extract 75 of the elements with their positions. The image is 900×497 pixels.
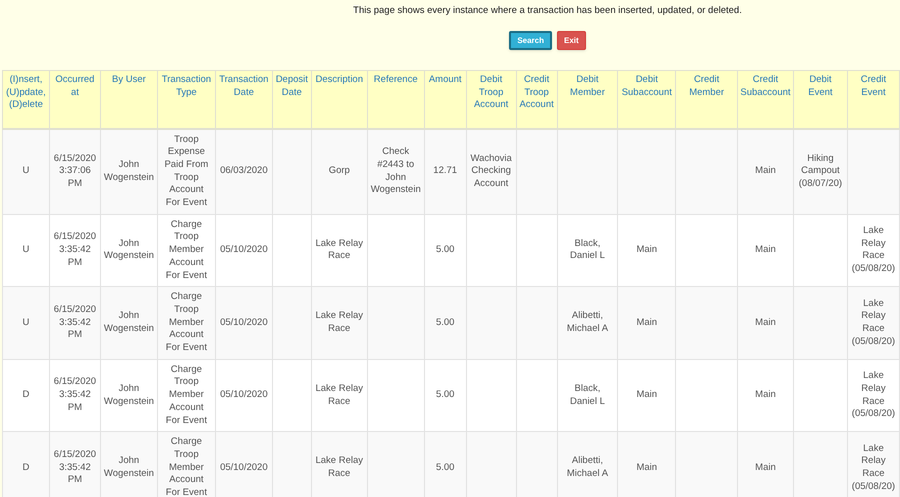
table-cell: 5.00	[436, 244, 454, 256]
table-cell: Charge Troop Member Account For Event	[166, 218, 207, 281]
table-cell: Black, Daniel L	[570, 382, 605, 406]
table-cell: Lake Relay Race	[315, 455, 364, 480]
column-header[interactable]: Debit Member	[557, 70, 618, 128]
table-cell: 5.00	[436, 462, 454, 473]
table-cell: 6/15/2020 3:35:42 PM	[54, 376, 96, 413]
table-cell: Lake Relay Race (05/08/20)	[852, 370, 896, 420]
table-cell: Main	[636, 462, 658, 473]
table-cell: John Wogenstein	[104, 310, 154, 334]
column-header[interactable]: Transaction Date	[215, 70, 272, 128]
column-header[interactable]: Credit Troop Account	[516, 70, 558, 128]
column-header[interactable]: Description	[311, 70, 368, 128]
table-cell: Charge Troop Member Account For Event	[166, 436, 207, 497]
table-cell: Lake Relay Race (05/08/20)	[852, 442, 896, 492]
table-cell: 05/10/2020	[220, 462, 268, 473]
table-cell: U	[22, 165, 30, 176]
table-cell: U	[22, 244, 30, 256]
table-cell: Wachovia Checking Account	[470, 152, 512, 189]
column-header[interactable]: By User	[100, 70, 158, 128]
table-cell: Lake Relay Race	[315, 382, 364, 406]
table-cell: U	[22, 316, 30, 328]
exit-button[interactable]: Exit	[557, 31, 586, 50]
table-cell: 06/03/2020	[220, 165, 268, 176]
table-cell: Charge Troop Member Account For Event	[166, 291, 207, 354]
table-cell: 05/10/2020	[220, 244, 268, 256]
table-cell: 12.71	[433, 165, 458, 176]
table-cell: 05/10/2020	[220, 389, 268, 400]
column-header[interactable]: Debit Troop Account	[466, 70, 516, 128]
table-cell: Main	[636, 316, 658, 328]
intro-text: This page shows every instance where a transaction has been inserted, updated, or deleted.	[353, 5, 742, 17]
table-cell: Main	[755, 165, 776, 176]
table-cell: Main	[755, 244, 776, 256]
table-cell: Lake Relay Race (05/08/20)	[852, 298, 896, 347]
search-button[interactable]: Search	[509, 31, 552, 50]
column-header[interactable]: Deposit Date	[272, 70, 312, 128]
table-cell: Charge Troop Member Account For Event	[166, 364, 207, 426]
table-cell: Alibetti, Michael A	[566, 455, 608, 480]
table-cell: John Wogenstein	[104, 382, 154, 406]
column-header[interactable]: Transaction Type	[157, 70, 216, 128]
column-header[interactable]: Credit Event	[847, 70, 900, 128]
table-cell: D	[22, 389, 30, 400]
table-cell: Troop Expense Paid From Troop Account For Event	[164, 134, 208, 208]
table-cell: Main	[755, 316, 776, 328]
table-cell: Gorp	[328, 165, 350, 176]
table-cell: Main	[755, 389, 776, 400]
table-cell: John Wogenstein	[104, 238, 154, 262]
column-header[interactable]: Credit Subaccount	[737, 70, 794, 128]
table-cell: John Wogenstein	[104, 455, 154, 480]
table-cell: Main	[755, 462, 776, 473]
table-cell: Hiking Campout (08/07/20)	[798, 152, 842, 189]
column-header[interactable]: Occurred at	[49, 70, 100, 128]
table-cell: Main	[636, 244, 658, 256]
table-cell: D	[22, 462, 30, 473]
table-cell: Lake Relay Race	[315, 238, 364, 262]
column-header[interactable]: Debit Subaccount	[618, 70, 676, 128]
table-cell: Alibetti, Michael A	[566, 310, 608, 334]
table-cell: 5.00	[436, 316, 454, 328]
table-cell: Lake Relay Race	[315, 310, 364, 334]
column-header[interactable]: Reference	[367, 70, 424, 128]
table-cell: 6/15/2020 3:35:42 PM	[54, 448, 96, 486]
column-header[interactable]: (I)nsert, (U)pdate, (D)elete	[2, 70, 50, 128]
table-cell: 6/15/2020 3:35:42 PM	[54, 231, 96, 268]
table-cell: 05/10/2020	[220, 316, 268, 328]
table-cell: Lake Relay Race (05/08/20)	[852, 225, 896, 274]
table-cell: 6/15/2020 3:37:06 PM	[54, 152, 96, 189]
table-cell: Check #2443 to John Wogenstein	[370, 146, 421, 196]
table-cell: Black, Daniel L	[570, 238, 605, 262]
table-cell: 5.00	[436, 389, 454, 400]
table-cell: 6/15/2020 3:35:42 PM	[54, 304, 96, 340]
column-header[interactable]: Amount	[424, 70, 466, 128]
column-header[interactable]: Debit Event	[793, 70, 848, 128]
table-cell: John Wogenstein	[104, 158, 154, 183]
column-header[interactable]: Credit Member	[676, 70, 738, 128]
table-cell: Main	[636, 389, 658, 400]
